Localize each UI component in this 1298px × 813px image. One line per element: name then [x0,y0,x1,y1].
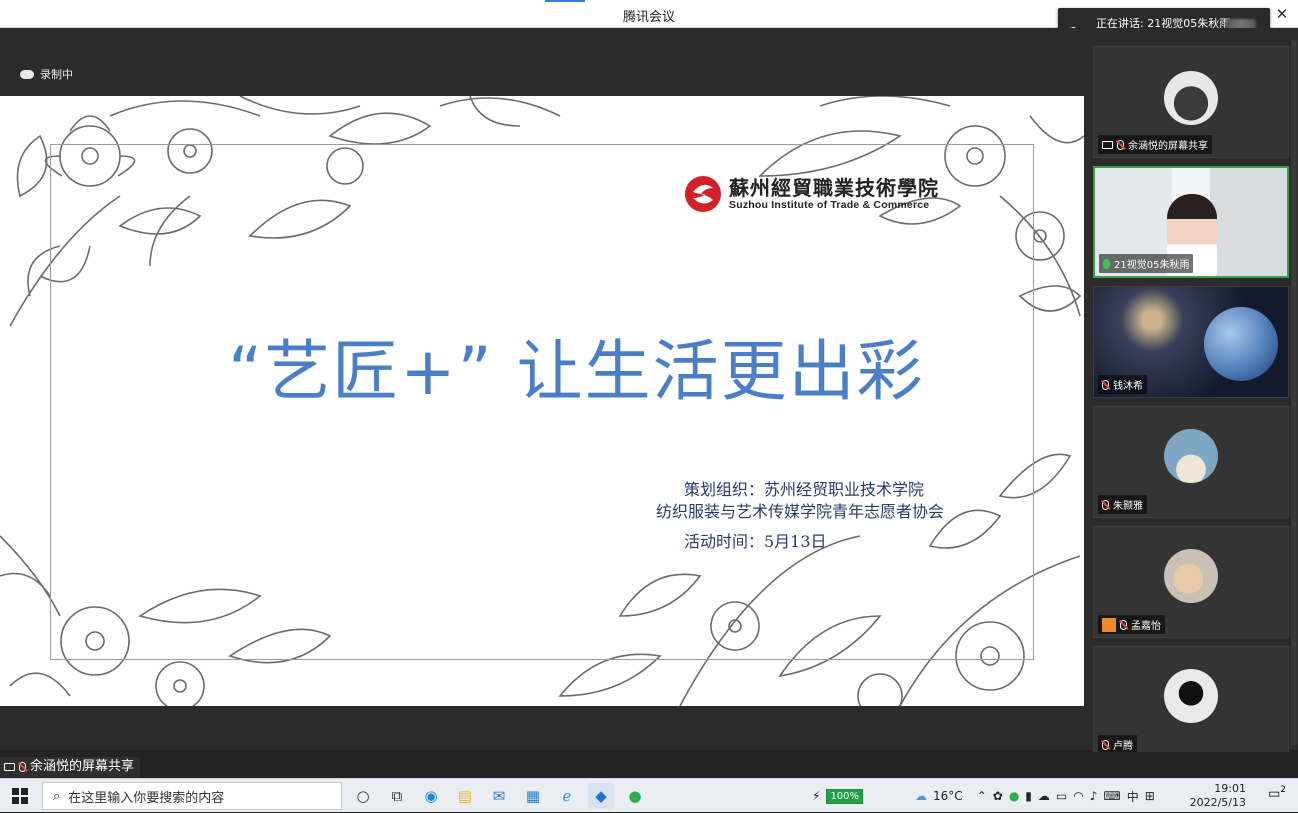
search-icon: ⌕ [53,788,61,804]
battery-indicator[interactable]: 100% [826,788,864,804]
mic-muted-icon [1120,619,1127,630]
screen-share-bar: 余涵悦的屏幕共享 [0,752,1298,778]
avatar [1164,429,1218,483]
chevron-up-icon[interactable]: ⌃ [977,789,987,803]
mic-muted-icon [1102,379,1109,390]
shared-slide: 蘇州經貿職業技術學院 Suzhou Institute of Trade & C… [0,96,1084,706]
weather-icon: ☁ [915,789,928,803]
search-placeholder: 在这里输入你要搜索的内容 [68,790,225,806]
participant-tile[interactable]: 卢腾 [1093,646,1289,758]
participant-tile[interactable]: 朱颢雅 [1093,406,1289,518]
system-tray: ⚡ 100% ☁ 16°C ⌃ ✿ ● ▮ ☁ ▭ ◠ ♪ ⌨ 中 ⊞ [812,779,1155,813]
file-explorer-icon[interactable]: ▤ [452,783,478,809]
recording-label: 录制中 [40,68,73,81]
charging-icon: ⚡ [812,789,821,803]
participant-name: 孟嘉怡 [1131,621,1161,632]
ime-indicator[interactable]: 中 [1127,788,1139,805]
person-icon [1102,617,1116,632]
screen-share-icon [4,763,15,771]
store-icon[interactable]: ▦ [520,783,546,809]
notification-icon[interactable]: ▭2 [1266,785,1288,807]
participant-label: 孟嘉怡 [1098,615,1165,634]
school-name-cn: 蘇州經貿職業技術學院 [729,176,939,200]
school-logo: 蘇州經貿職業技術學院 Suzhou Institute of Trade & C… [683,174,939,214]
date-line: 活动时间：5月13日 [684,532,827,551]
planet-image [1204,307,1278,381]
avatar [1164,669,1218,723]
mic-muted-icon [1102,499,1109,510]
volume-icon[interactable]: ♪ [1090,789,1098,803]
participant-tile[interactable]: 余涵悦的屏幕共享 [1093,46,1289,158]
network-icon[interactable]: ◠ [1073,789,1083,803]
mic-active-icon [1103,258,1110,269]
clock-time: 19:01 [1214,782,1246,795]
wechat-tray-icon[interactable]: ● [1009,789,1019,803]
ie-icon[interactable]: ℯ [554,783,580,809]
school-emblem-icon [685,176,721,212]
participant-label: 21视觉05朱秋雨 [1099,254,1194,273]
mic-muted-icon [1102,739,1109,750]
wechat-icon[interactable]: ● [622,783,648,809]
mail-icon[interactable]: ✉ [486,783,512,809]
mic-muted-icon [19,762,26,772]
mic-muted-icon [1117,139,1124,150]
display-icon[interactable]: ▭ [1056,789,1067,803]
notification-count: 2 [1280,785,1287,795]
avatar [1164,71,1218,125]
close-icon[interactable]: ✕ [1272,4,1292,24]
organizer-line2: 纺织服装与艺术传媒学院青年志愿者协会 [656,502,945,521]
screen-share-chip[interactable]: 余涵悦的屏幕共享 [0,757,141,777]
participant-tile[interactable]: 21视觉05朱秋雨 [1093,166,1289,278]
participant-label: 钱沐希 [1098,375,1147,394]
taskbar-apps: ○ ⧉ ◉ ▤ ✉ ▦ ℯ ◆ ● [350,783,648,809]
onedrive-icon[interactable]: ☁ [1038,789,1050,803]
recording-indicator[interactable]: 录制中 [20,66,73,82]
edge-icon[interactable]: ◉ [418,783,444,809]
slide-headline: “艺匠+” 让生活更出彩 [228,333,925,410]
weather-temp[interactable]: 16°C [933,789,963,803]
windows-start-icon[interactable] [12,788,28,804]
organizer-line1: 策划组织：苏州经贸职业技术学院 [684,480,925,499]
taskbar-search[interactable]: ⌕ 在这里输入你要搜索的内容 [42,782,342,810]
participant-label: 余涵悦的屏幕共享 [1098,135,1212,154]
ime-mode-icon[interactable]: ⊞ [1145,789,1155,803]
taskbar-clock[interactable]: 19:01 2022/5/13 [1190,782,1246,810]
clock-date: 2022/5/13 [1189,796,1246,809]
tencent-meeting-icon[interactable]: ◆ [588,783,614,809]
task-view-icon[interactable]: ⧉ [384,783,410,809]
participant-name: 21视觉05朱秋雨 [1114,260,1190,271]
tray-app-icon[interactable]: ✿ [993,789,1003,803]
avatar [1164,549,1218,603]
participant-name: 钱沐希 [1113,381,1143,392]
participant-tile[interactable]: 钱沐希 [1093,286,1289,398]
keyboard-icon[interactable]: ⌨ [1103,789,1120,803]
cloud-icon [20,69,34,79]
cortana-icon[interactable]: ○ [350,783,376,809]
participant-tile[interactable]: 孟嘉怡 [1093,526,1289,638]
mic-tray-icon[interactable]: ▮ [1025,789,1032,803]
participant-name: 卢腾 [1113,741,1133,752]
participant-name: 朱颢雅 [1113,501,1143,512]
screen-share-icon [1102,140,1113,149]
participant-name: 余涵悦的屏幕共享 [1128,141,1208,152]
school-name-en: Suzhou Institute of Trade & Commerce [729,199,930,211]
titlebar-accent [545,0,585,2]
participant-label: 朱颢雅 [1098,495,1147,514]
sidebar-scrollbar[interactable] [1291,40,1297,745]
screen-share-label: 余涵悦的屏幕共享 [30,759,135,774]
windows-taskbar: ⌕ 在这里输入你要搜索的内容 ○ ⧉ ◉ ▤ ✉ ▦ ℯ ◆ ● ⚡ 100% … [0,778,1298,812]
participant-sidebar: 余涵悦的屏幕共享 21视觉05朱秋雨 钱沐希 朱颢雅 孟嘉怡 卢腾 [1085,28,1298,758]
